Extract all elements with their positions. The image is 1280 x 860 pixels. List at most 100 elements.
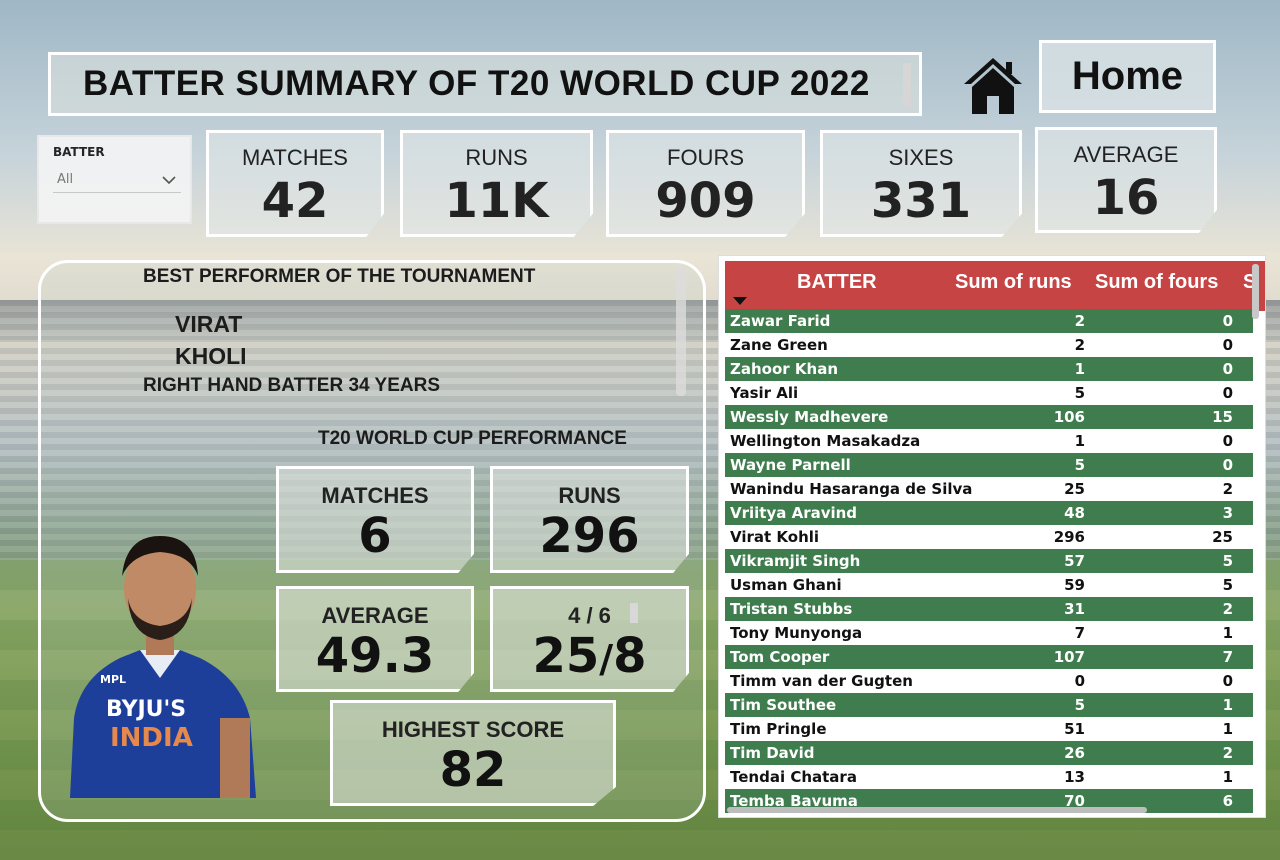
cell-fours: 1 xyxy=(1222,696,1233,714)
player-average-card: AVERAGE 49.3 xyxy=(276,586,474,692)
cell-fours: 2 xyxy=(1222,600,1233,618)
player-matches-value: 6 xyxy=(358,508,392,564)
cell-runs: 5 xyxy=(1074,696,1085,714)
table-row[interactable]: Tendai Chatara 13 1 xyxy=(725,765,1253,789)
kpi-average-value: 16 xyxy=(1092,170,1160,226)
cell-runs: 2 xyxy=(1074,312,1085,330)
player-highest-card: HIGHEST SCORE 82 xyxy=(330,700,616,806)
cell-runs: 7 xyxy=(1074,624,1085,642)
sort-desc-icon[interactable] xyxy=(733,297,747,305)
kpi-matches-label: MATCHES xyxy=(242,145,348,170)
col-header-runs[interactable]: Sum of runs xyxy=(955,271,1072,294)
cell-batter: Tristan Stubbs xyxy=(730,600,853,618)
cell-fours: 2 xyxy=(1222,744,1233,762)
player-average-value: 49.3 xyxy=(315,628,435,684)
batter-slicer[interactable]: BATTER All xyxy=(37,135,192,224)
table-row[interactable]: Usman Ghani 59 5 xyxy=(725,573,1253,597)
cell-runs: 13 xyxy=(1064,768,1085,786)
kpi-fours: FOURS 909 xyxy=(606,130,805,237)
cell-runs: 5 xyxy=(1074,384,1085,402)
cell-runs: 31 xyxy=(1064,600,1085,618)
cell-fours: 1 xyxy=(1222,720,1233,738)
cell-runs: 1 xyxy=(1074,360,1085,378)
cell-fours: 0 xyxy=(1222,312,1233,330)
card-scrollbar[interactable] xyxy=(630,603,638,623)
table-row[interactable]: Wanindu Hasaranga de Silva 25 2 xyxy=(725,477,1253,501)
cell-runs: 2 xyxy=(1074,336,1085,354)
table-row[interactable]: Tom Cooper 107 7 xyxy=(725,645,1253,669)
player-boundaries-value: 25/8 xyxy=(493,629,686,686)
player-sixes-value: 8 xyxy=(613,628,647,684)
kpi-runs-value: 11K xyxy=(444,173,549,229)
cell-fours: 0 xyxy=(1222,432,1233,450)
table-row[interactable]: Wellington Masakadza 1 0 xyxy=(725,429,1253,453)
cell-runs: 106 xyxy=(1053,408,1085,426)
kpi-runs-label: RUNS xyxy=(465,145,528,170)
home-button[interactable]: Home xyxy=(1039,40,1216,113)
col-header-batter[interactable]: BATTER xyxy=(797,271,877,294)
slicer-value: All xyxy=(57,172,74,187)
cell-runs: 5 xyxy=(1074,456,1085,474)
cell-fours: 1 xyxy=(1222,624,1233,642)
table-row[interactable]: Tristan Stubbs 31 2 xyxy=(725,597,1253,621)
table-row[interactable]: Zahoor Khan 1 0 xyxy=(725,357,1253,381)
cell-batter: Vriitya Aravind xyxy=(730,504,858,522)
boundaries-slash: / xyxy=(599,637,614,681)
table-row[interactable]: Vikramjit Singh 57 5 xyxy=(725,549,1253,573)
jersey-team: INDIA xyxy=(110,723,193,753)
batter-table[interactable]: BATTER Sum of runs Sum of fours S Zawar … xyxy=(718,255,1266,818)
player-runs-card: RUNS 296 xyxy=(490,466,689,573)
cell-runs: 296 xyxy=(1053,528,1085,546)
table-row[interactable]: Zane Green 2 0 xyxy=(725,333,1253,357)
home-icon[interactable] xyxy=(962,56,1024,116)
cell-batter: Zane Green xyxy=(730,336,828,354)
cell-runs: 59 xyxy=(1064,576,1085,594)
table-row[interactable]: Tim Pringle 51 1 xyxy=(725,717,1253,741)
table-row[interactable]: Yasir Ali 5 0 xyxy=(725,381,1253,405)
cell-runs: 48 xyxy=(1064,504,1085,522)
title-scrollbar[interactable] xyxy=(903,63,911,107)
table-row[interactable]: Wayne Parnell 5 0 xyxy=(725,453,1253,477)
cell-fours: 5 xyxy=(1222,576,1233,594)
table-horizontal-scrollbar[interactable] xyxy=(727,807,1147,813)
kpi-average: AVERAGE 16 xyxy=(1035,127,1217,233)
player-average-label: AVERAGE xyxy=(321,603,429,628)
player-boundaries-card: 4 / 6 25/8 xyxy=(490,586,689,692)
cell-batter: Tim Southee xyxy=(730,696,837,714)
table-row[interactable]: Tim Southee 5 1 xyxy=(725,693,1253,717)
player-fours-value: 25 xyxy=(532,628,600,684)
cell-batter: Usman Ghani xyxy=(730,576,842,594)
kpi-fours-value: 909 xyxy=(655,173,756,229)
cell-batter: Tom Cooper xyxy=(730,648,830,666)
cell-fours: 1 xyxy=(1222,768,1233,786)
slicer-dropdown[interactable]: All xyxy=(53,167,181,193)
col-header-fours[interactable]: Sum of fours xyxy=(1095,271,1218,294)
table-row[interactable]: Zawar Farid 2 0 xyxy=(725,309,1253,333)
table-vertical-scrollbar[interactable] xyxy=(1252,264,1259,319)
cell-batter: Wayne Parnell xyxy=(730,456,851,474)
table-row[interactable]: Virat Kohli 296 25 xyxy=(725,525,1253,549)
cell-batter: Yasir Ali xyxy=(730,384,799,402)
cell-fours: 15 xyxy=(1212,408,1233,426)
wc-performance-heading: T20 WORLD CUP PERFORMANCE xyxy=(318,428,627,449)
table-row[interactable]: Tim David 26 2 xyxy=(725,741,1253,765)
table-row[interactable]: Tony Munyonga 7 1 xyxy=(725,621,1253,645)
table-row[interactable]: Timm van der Gugten 0 0 xyxy=(725,669,1253,693)
kpi-sixes-value: 331 xyxy=(870,173,972,229)
table-header: BATTER Sum of runs Sum of fours S xyxy=(725,261,1265,311)
cell-fours: 0 xyxy=(1222,672,1233,690)
kpi-matches: MATCHES 42 xyxy=(206,130,384,237)
cell-batter: Zahoor Khan xyxy=(730,360,839,378)
kpi-average-label: AVERAGE xyxy=(1073,142,1179,167)
kpi-sixes-label: SIXES xyxy=(888,145,954,170)
best-performer-heading: BEST PERFORMER OF THE TOURNAMENT xyxy=(143,266,536,287)
cell-fours: 3 xyxy=(1222,504,1233,522)
kpi-runs: RUNS 11K xyxy=(400,130,593,237)
cell-batter: Tim Pringle xyxy=(730,720,827,738)
table-row[interactable]: Vriitya Aravind 48 3 xyxy=(725,501,1253,525)
cell-runs: 1 xyxy=(1074,432,1085,450)
table-row[interactable]: Wessly Madhevere 106 15 xyxy=(725,405,1253,429)
panel-scrollbar[interactable] xyxy=(676,266,686,396)
cell-batter: Wanindu Hasaranga de Silva xyxy=(730,480,973,498)
cell-batter: Virat Kohli xyxy=(730,528,820,546)
